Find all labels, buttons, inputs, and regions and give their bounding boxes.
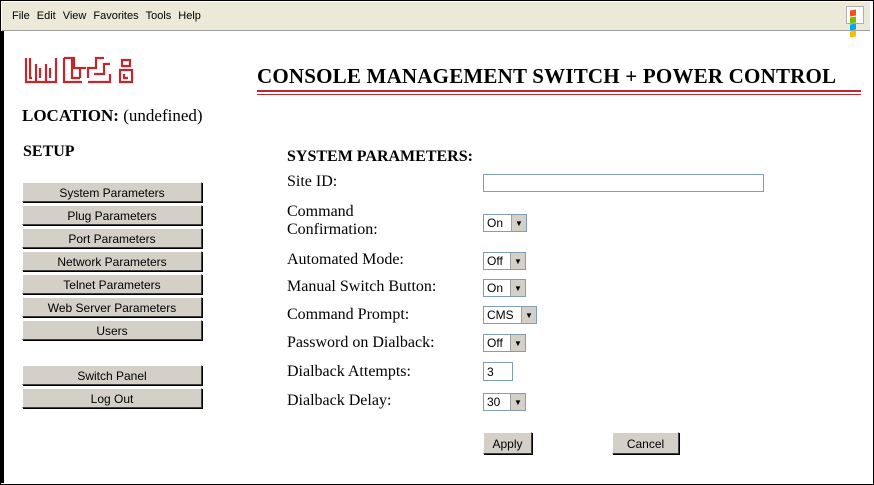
location-label: LOCATION:: [22, 106, 119, 125]
cancel-button[interactable]: Cancel: [612, 432, 679, 454]
nav-network-parameters[interactable]: Network Parameters: [22, 251, 202, 271]
site-id-label: Site ID:: [287, 173, 338, 190]
dialback-attempts-input[interactable]: [483, 362, 513, 381]
automated-mode-select[interactable]: Off ▼: [483, 252, 526, 270]
nav-switch-panel[interactable]: Switch Panel: [22, 365, 202, 385]
nav-web-server-parameters[interactable]: Web Server Parameters: [22, 297, 202, 317]
menu-favorites[interactable]: Favorites: [93, 10, 138, 22]
manual-switch-button-label: Manual Switch Button:: [287, 278, 437, 295]
chevron-down-icon: ▼: [511, 215, 526, 231]
password-on-dialback-select[interactable]: Off ▼: [483, 334, 526, 352]
chevron-down-icon: ▼: [510, 253, 525, 269]
title-rule-thin: [257, 94, 861, 95]
nav-users[interactable]: Users: [22, 320, 202, 340]
command-confirmation-label: Command Confirmation:: [287, 203, 378, 239]
site-id-input[interactable]: [483, 174, 764, 192]
chevron-down-icon: ▼: [510, 280, 525, 296]
menu-edit[interactable]: Edit: [37, 10, 56, 22]
dialback-delay-select[interactable]: 30 ▼: [483, 393, 526, 411]
nav-log-out[interactable]: Log Out: [22, 388, 202, 408]
chevron-down-icon: ▼: [521, 307, 536, 323]
menu-file[interactable]: File: [12, 10, 30, 22]
menu-bar: File Edit View Favorites Tools Help: [2, 2, 870, 38]
chevron-down-icon: ▼: [510, 394, 525, 410]
command-prompt-select[interactable]: CMS ▼: [483, 306, 537, 324]
dialback-delay-value: 30: [487, 395, 501, 409]
setup-heading: SETUP: [23, 143, 75, 160]
command-confirmation-select[interactable]: On ▼: [483, 214, 527, 232]
manual-switch-button-select[interactable]: On ▼: [483, 279, 526, 297]
command-confirmation-value: On: [487, 216, 504, 230]
apply-button[interactable]: Apply: [483, 432, 532, 454]
nav-plug-parameters[interactable]: Plug Parameters: [22, 205, 202, 225]
wti-logo-graphic: [24, 56, 134, 84]
nav-telnet-parameters[interactable]: Telnet Parameters: [22, 274, 202, 294]
command-confirmation-label-line2: Confirmation:: [287, 221, 378, 238]
command-prompt-label: Command Prompt:: [287, 306, 410, 323]
chevron-down-icon: ▼: [510, 335, 525, 351]
nav-system-parameters[interactable]: System Parameters: [22, 182, 202, 202]
wti-logo: [24, 54, 144, 91]
dialback-delay-label: Dialback Delay:: [287, 392, 392, 409]
dialback-attempts-label: Dialback Attempts:: [287, 363, 411, 380]
automated-mode-label: Automated Mode:: [287, 251, 404, 268]
section-heading: SYSTEM PARAMETERS:: [287, 148, 473, 165]
command-prompt-value: CMS: [487, 308, 514, 322]
title-rule: [257, 90, 861, 92]
page-title: CONSOLE MANAGEMENT SWITCH + POWER CONTRO…: [257, 64, 837, 88]
nav-port-parameters[interactable]: Port Parameters: [22, 228, 202, 248]
menu-view[interactable]: View: [63, 10, 87, 22]
menu-help[interactable]: Help: [178, 10, 201, 22]
password-on-dialback-label: Password on Dialback:: [287, 334, 435, 351]
window-left-edge: [0, 31, 4, 483]
location: LOCATION: (undefined): [22, 106, 203, 126]
menu-tools[interactable]: Tools: [146, 10, 172, 22]
password-on-dialback-value: Off: [487, 336, 503, 350]
windows-logo-icon: [846, 6, 864, 38]
location-value: (undefined): [123, 106, 203, 125]
automated-mode-value: Off: [487, 254, 503, 268]
manual-switch-button-value: On: [487, 281, 504, 295]
command-confirmation-label-line1: Command: [287, 203, 354, 220]
